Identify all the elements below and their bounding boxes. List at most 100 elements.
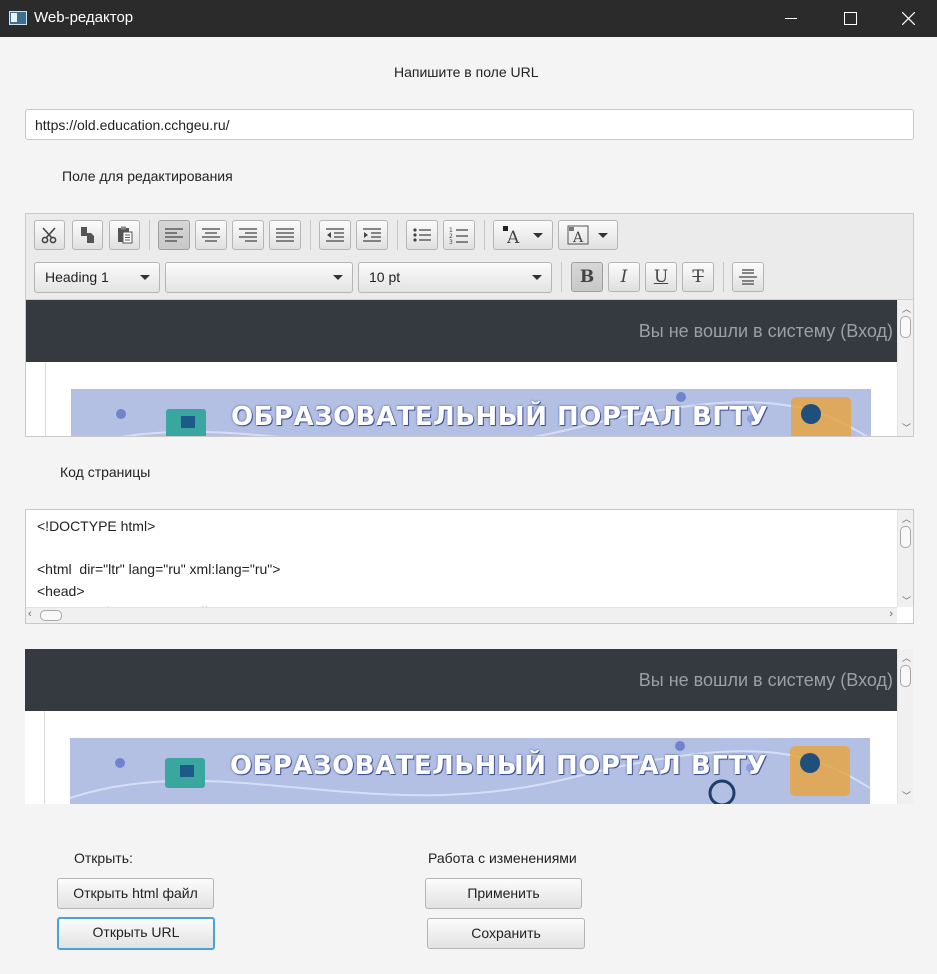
- align-left-button[interactable]: [158, 220, 190, 250]
- scroll-left-icon[interactable]: ‹: [28, 608, 32, 620]
- font-family-select[interactable]: [165, 262, 353, 293]
- preview-webview[interactable]: Вы не вошли в систему (Вход) ОБРАЗОВАТЕЛ…: [25, 649, 897, 804]
- chevron-down-icon: [533, 233, 543, 238]
- outdent-button[interactable]: [319, 220, 351, 250]
- indent-button[interactable]: [356, 220, 388, 250]
- copy-button[interactable]: [72, 220, 103, 250]
- strikethrough-button[interactable]: T: [682, 262, 714, 292]
- app-icon: [9, 11, 27, 25]
- html-editor[interactable]: 123 A A Heading 1 10 pt B I U T Вы не во…: [25, 213, 914, 437]
- editor-toolbar: 123 A A Heading 1 10 pt B I U T: [26, 214, 913, 300]
- strikethrough-icon: T: [692, 267, 704, 287]
- close-button[interactable]: [885, 0, 931, 37]
- close-icon: [902, 12, 915, 25]
- chevron-down-icon: [333, 275, 343, 280]
- svg-text:A: A: [506, 228, 520, 245]
- italic-button[interactable]: I: [608, 262, 640, 292]
- bullet-list-button[interactable]: [406, 220, 438, 250]
- editor-vertical-scrollbar[interactable]: ︿ ﹀: [897, 300, 913, 436]
- italic-icon: I: [620, 267, 628, 287]
- scroll-up-icon[interactable]: ︿: [902, 512, 911, 525]
- numbered-list-button[interactable]: 123: [443, 220, 475, 250]
- scroll-up-icon[interactable]: ︿: [902, 302, 911, 315]
- scroll-thumb[interactable]: [40, 610, 62, 621]
- indent-icon: [363, 228, 381, 242]
- code-line: <html dir="ltr" lang="ru" xml:lang="ru">: [37, 561, 281, 577]
- align-justify-icon: [276, 228, 294, 242]
- scroll-right-icon[interactable]: ›: [889, 608, 893, 620]
- code-vertical-scrollbar[interactable]: ︿ ﹀: [897, 510, 913, 607]
- window-title: Web-редактор: [34, 9, 134, 26]
- scroll-thumb[interactable]: [900, 665, 911, 687]
- outdent-icon: [326, 228, 344, 242]
- scroll-down-icon[interactable]: ﹀: [902, 421, 911, 434]
- open-html-file-button[interactable]: Открыть html файл: [57, 878, 214, 909]
- login-status-text: Вы не вошли в систему (Вход): [638, 321, 893, 341]
- chevron-down-icon: [140, 275, 150, 280]
- preview-portal-banner: ОБРАЗОВАТЕЛЬНЫЙ ПОРТАЛ ВГТУ: [70, 738, 870, 804]
- text-color-dropdown[interactable]: A: [493, 220, 553, 250]
- page-code-label: Код страницы: [60, 464, 151, 480]
- save-button[interactable]: Сохранить: [427, 918, 585, 949]
- scissors-icon: [41, 227, 56, 244]
- preview-login-status-text: Вы не вошли в систему (Вход): [638, 670, 893, 690]
- paragraph-style-value: Heading 1: [45, 269, 109, 285]
- underline-button[interactable]: U: [645, 262, 677, 292]
- background-color-icon: A: [567, 225, 589, 245]
- numbered-list-icon: 123: [449, 227, 468, 244]
- paste-button[interactable]: [109, 220, 140, 250]
- scroll-up-icon[interactable]: ︿: [902, 651, 911, 664]
- insert-horizontal-rule-button[interactable]: [732, 262, 764, 292]
- text-color-icon: A: [503, 226, 520, 245]
- paragraph-style-select[interactable]: Heading 1: [34, 262, 160, 293]
- preview-banner-title: ОБРАЗОВАТЕЛЬНЫЙ ПОРТАЛ ВГТУ: [230, 751, 768, 781]
- minimize-button[interactable]: [768, 0, 814, 37]
- scroll-thumb[interactable]: [900, 316, 911, 338]
- edit-field-label: Поле для редактирования: [62, 168, 233, 184]
- font-size-select[interactable]: 10 pt: [358, 262, 552, 293]
- preview-panel: Вы не вошли в систему (Вход) ОБРАЗОВАТЕЛ…: [25, 649, 914, 804]
- open-url-button[interactable]: Открыть URL: [57, 917, 215, 950]
- paste-icon: [117, 226, 132, 244]
- changes-section-label: Работа с изменениями: [428, 850, 577, 866]
- background-color-dropdown[interactable]: A: [558, 220, 618, 250]
- code-line: <!DOCTYPE html>: [37, 518, 156, 534]
- align-center-button[interactable]: [195, 220, 227, 250]
- align-justify-button[interactable]: [269, 220, 301, 250]
- preview-vertical-scrollbar[interactable]: ︿ ﹀: [897, 649, 913, 804]
- page-code-textarea[interactable]: <!DOCTYPE html> <html dir="ltr" lang="ru…: [25, 509, 914, 624]
- svg-text:A: A: [572, 230, 584, 245]
- align-left-icon: [165, 228, 183, 242]
- align-center-icon: [202, 228, 220, 242]
- banner-title: ОБРАЗОВАТЕЛЬНЫЙ ПОРТАЛ ВГТУ: [231, 402, 769, 432]
- copy-icon: [80, 227, 94, 243]
- chevron-down-icon: [532, 275, 542, 280]
- url-prompt-label: Напишите в поле URL: [394, 64, 539, 80]
- scroll-thumb[interactable]: [900, 526, 911, 548]
- align-right-icon: [239, 228, 257, 242]
- code-horizontal-scrollbar[interactable]: ‹ ›: [26, 607, 897, 623]
- bold-icon: B: [579, 267, 595, 287]
- page-header-bar: Вы не вошли в систему (Вход): [26, 300, 897, 362]
- scroll-down-icon[interactable]: ﹀: [902, 789, 911, 802]
- bold-button[interactable]: B: [571, 262, 603, 292]
- maximize-button[interactable]: [826, 0, 872, 37]
- url-input[interactable]: [25, 109, 914, 140]
- svg-text:3: 3: [449, 239, 453, 244]
- preview-header-bar: Вы не вошли в систему (Вход): [25, 649, 897, 711]
- title-bar: Web-редактор: [0, 0, 937, 37]
- apply-button[interactable]: Применить: [425, 878, 582, 909]
- horizontal-rule-icon: [739, 269, 757, 285]
- cut-button[interactable]: [34, 220, 65, 250]
- open-section-label: Открыть:: [74, 850, 133, 866]
- chevron-down-icon: [598, 233, 608, 238]
- editor-content-area[interactable]: Вы не вошли в систему (Вход) ОБРАЗОВАТЕЛ…: [26, 300, 897, 436]
- code-line: <head>: [37, 582, 85, 599]
- portal-banner: ОБРАЗОВАТЕЛЬНЫЙ ПОРТАЛ ВГТУ: [71, 389, 871, 436]
- scroll-down-icon[interactable]: ﹀: [902, 594, 911, 607]
- underline-icon: U: [653, 267, 669, 287]
- align-right-button[interactable]: [232, 220, 264, 250]
- bullet-list-icon: [413, 228, 431, 242]
- font-size-value: 10 pt: [369, 269, 401, 285]
